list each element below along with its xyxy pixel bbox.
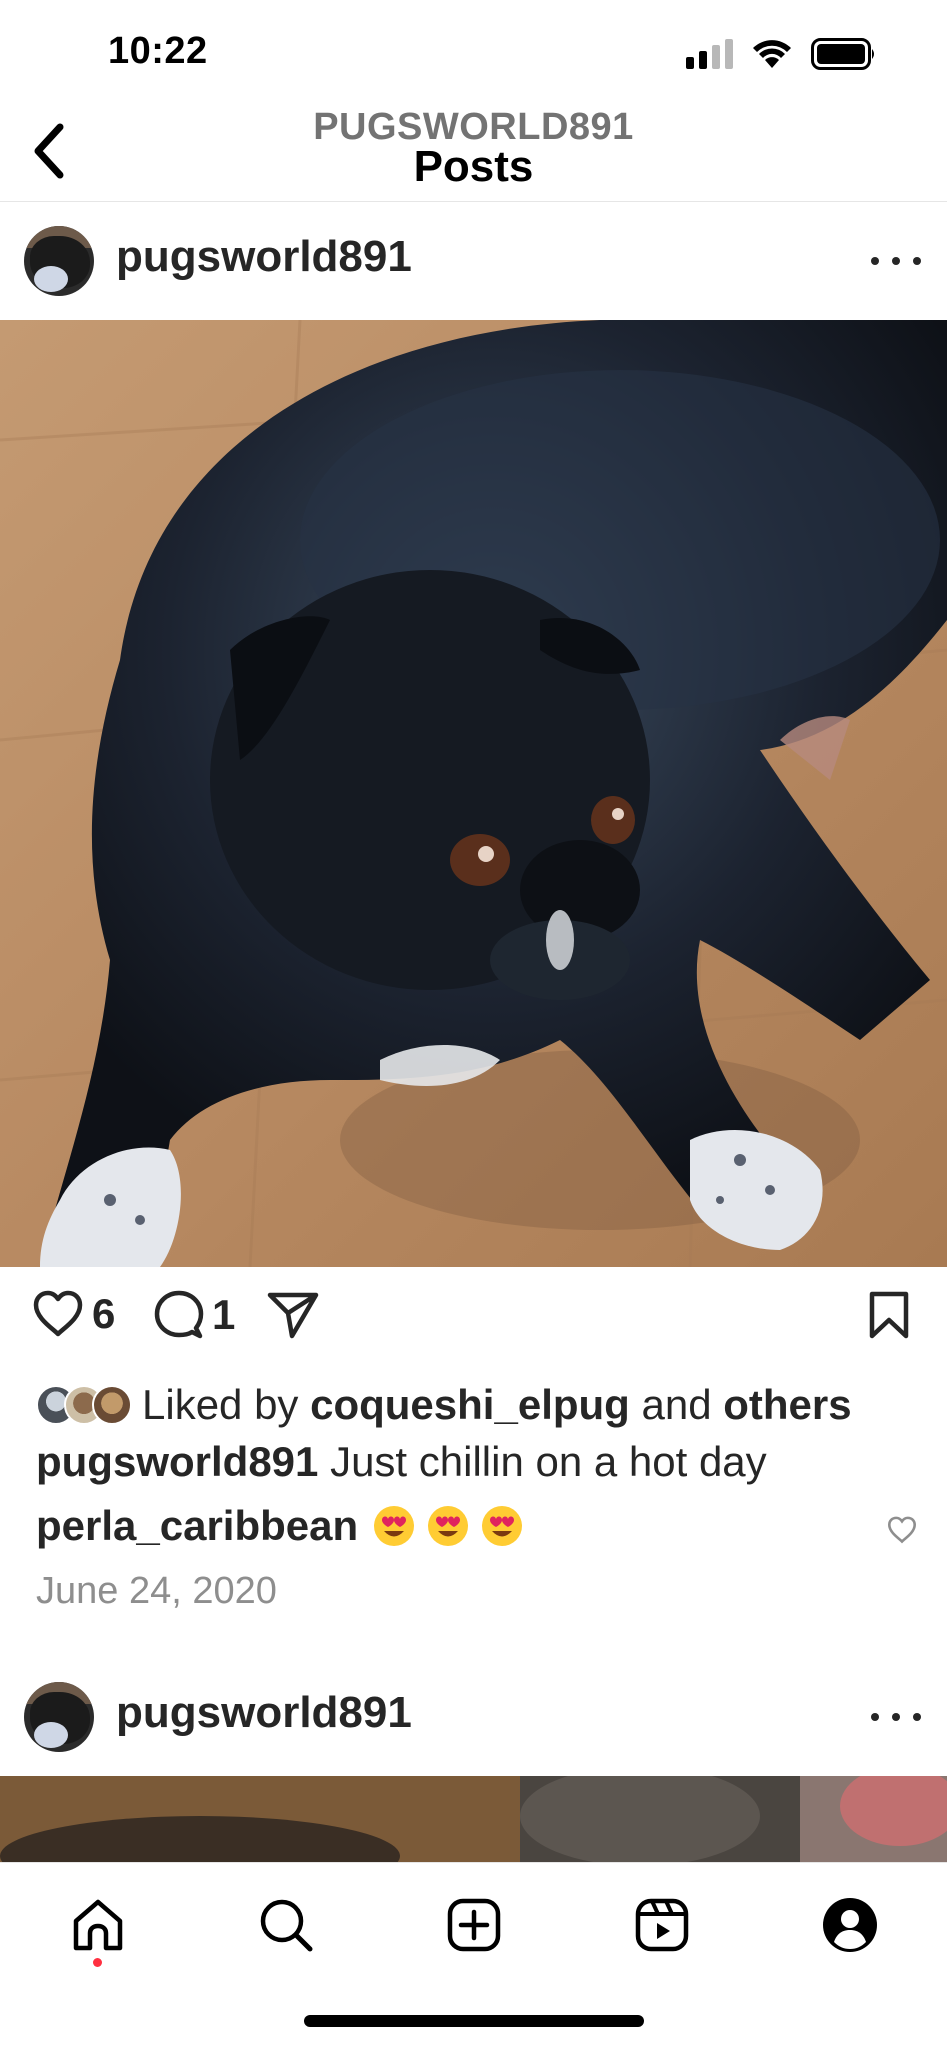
avatar[interactable] <box>24 226 94 296</box>
comment-icon <box>154 1290 204 1339</box>
heart-eyes-emoji-icon <box>428 1506 469 1546</box>
likes-count: 6 <box>92 1290 116 1337</box>
liked-by-line[interactable]: Liked by coqueshi_elpug and others <box>36 1378 852 1432</box>
heart-eyes-emoji-icon <box>374 1506 415 1546</box>
liked-by-others[interactable]: others <box>723 1381 851 1429</box>
home-indicator[interactable] <box>304 2015 644 2027</box>
caption-username[interactable]: pugsworld891 <box>36 1438 318 1485</box>
nav-profile[interactable] <box>814 1889 886 1961</box>
heart-icon <box>33 1290 83 1337</box>
post-caption: pugsworld891 Just chillin on a hot day <box>36 1438 767 1486</box>
comment-row: perla_caribbean <box>36 1502 524 1550</box>
battery-icon <box>811 38 874 70</box>
cellular-signal-icon <box>686 39 733 69</box>
profile-icon <box>823 1898 877 1952</box>
liker-avatars <box>36 1383 136 1427</box>
pug-photo-image <box>0 320 947 1267</box>
bookmark-icon <box>869 1291 909 1339</box>
status-time: 10:22 <box>108 30 208 72</box>
save-button[interactable] <box>868 1290 910 1340</box>
share-icon <box>267 1292 319 1339</box>
comments-count: 1 <box>212 1291 236 1338</box>
status-bar: 10:22 <box>0 0 947 110</box>
post-photo[interactable] <box>0 1776 947 1866</box>
nav-create[interactable] <box>438 1889 510 1961</box>
reels-icon <box>635 1898 689 1952</box>
more-options-button[interactable] <box>871 246 921 276</box>
nav-home[interactable] <box>62 1889 134 1961</box>
liked-by-prefix: Liked by <box>142 1381 299 1428</box>
create-icon <box>447 1898 501 1952</box>
caption-text: Just chillin on a hot day <box>330 1438 767 1485</box>
page-header: PUGSWORLD891 Posts <box>0 100 947 202</box>
post-photo-image <box>0 1776 947 1866</box>
nav-search[interactable] <box>250 1889 322 1961</box>
like-button[interactable]: 6 <box>32 1290 115 1338</box>
post-actions: 6 1 <box>0 1280 947 1360</box>
heart-icon <box>888 1516 916 1544</box>
heart-eyes-emoji-icon <box>482 1506 523 1546</box>
liked-by-and: and <box>641 1381 712 1428</box>
avatar[interactable] <box>24 1682 94 1752</box>
nav-reels[interactable] <box>626 1889 698 1961</box>
search-icon <box>260 1899 313 1952</box>
page-title: Posts <box>413 142 534 191</box>
post-header: pugsworld891 <box>0 1658 947 1776</box>
post-username[interactable]: pugsworld891 <box>116 1688 412 1738</box>
liked-by-user[interactable]: coqueshi_elpug <box>310 1381 630 1429</box>
comment-button[interactable]: 1 <box>154 1290 235 1340</box>
post-header: pugsworld891 <box>0 202 947 320</box>
more-options-button[interactable] <box>871 1702 921 1732</box>
post-photo[interactable] <box>0 320 947 1267</box>
post-username[interactable]: pugsworld891 <box>116 232 412 282</box>
home-icon <box>73 1899 123 1951</box>
post-date: June 24, 2020 <box>36 1570 277 1612</box>
status-icons <box>686 38 877 70</box>
notification-dot <box>93 1958 102 1967</box>
comment-like-button[interactable] <box>887 1516 917 1549</box>
avatar <box>92 1385 132 1425</box>
wifi-icon <box>753 40 791 68</box>
share-button[interactable] <box>266 1290 320 1340</box>
comment-username[interactable]: perla_caribbean <box>36 1502 358 1550</box>
